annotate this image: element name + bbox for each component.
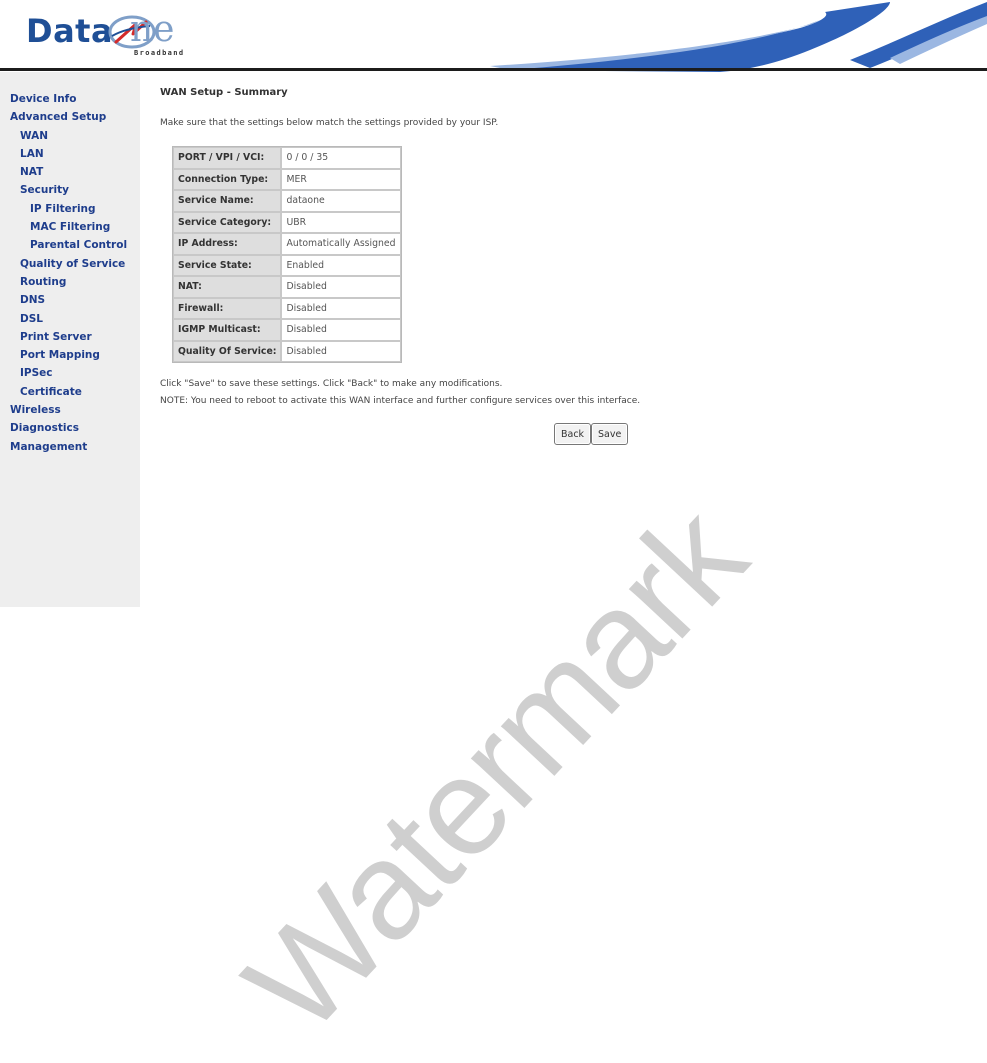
summary-value: Disabled — [281, 319, 401, 341]
logo-text-data: Data — [26, 12, 114, 50]
back-button[interactable]: Back — [554, 423, 592, 445]
table-row: IP Address: Automatically Assigned — [173, 233, 401, 255]
watermark-text: Watermark — [216, 479, 774, 1062]
table-row: Service Name: dataone — [173, 190, 401, 212]
sidebar-item-wireless[interactable]: Wireless — [10, 401, 127, 419]
sidebar-item-print-server[interactable]: Print Server — [10, 328, 127, 346]
intro-text: Make sure that the settings below match … — [160, 118, 499, 128]
summary-label: Firewall: — [173, 297, 282, 319]
summary-label: Service Category: — [173, 211, 282, 233]
table-row: Connection Type: MER — [173, 168, 401, 190]
table-row: Service State: Enabled — [173, 254, 401, 276]
sidebar-item-ip-filtering[interactable]: IP Filtering — [10, 200, 127, 218]
summary-label: IGMP Multicast: — [173, 319, 282, 341]
summary-value: 0 / 0 / 35 — [281, 147, 401, 169]
table-row: IGMP Multicast: Disabled — [173, 319, 401, 341]
summary-label: Connection Type: — [173, 168, 282, 190]
summary-value: Enabled — [281, 254, 401, 276]
logo-subtitle: Broadband — [134, 49, 185, 57]
summary-value: Disabled — [281, 340, 401, 362]
sidebar-item-dns[interactable]: DNS — [10, 291, 127, 309]
sidebar-item-advanced-setup[interactable]: Advanced Setup — [10, 108, 127, 126]
sidebar-item-certificate[interactable]: Certificate — [10, 383, 127, 401]
sidebar-item-nat[interactable]: NAT — [10, 163, 127, 181]
sidebar-item-routing[interactable]: Routing — [10, 273, 127, 291]
page-title: WAN Setup - Summary — [160, 87, 288, 98]
summary-label: Quality Of Service: — [173, 340, 282, 362]
save-instructions: Click "Save" to save these settings. Cli… — [160, 379, 503, 389]
save-button[interactable]: Save — [591, 423, 629, 445]
logo-text-ne: ne — [130, 9, 175, 50]
sidebar-item-management[interactable]: Management — [10, 438, 127, 456]
summary-label: IP Address: — [173, 233, 282, 255]
header-divider — [0, 68, 987, 71]
summary-value: Disabled — [281, 297, 401, 319]
sidebar-item-wan[interactable]: WAN — [10, 127, 127, 145]
table-row: Service Category: UBR — [173, 211, 401, 233]
table-row: Firewall: Disabled — [173, 297, 401, 319]
summary-value: UBR — [281, 211, 401, 233]
sidebar-item-diagnostics[interactable]: Diagnostics — [10, 419, 127, 437]
summary-label: Service Name: — [173, 190, 282, 212]
summary-value: dataone — [281, 190, 401, 212]
reboot-note: NOTE: You need to reboot to activate thi… — [160, 396, 641, 406]
sidebar-item-parental-control[interactable]: Parental Control — [10, 236, 127, 254]
summary-value: Disabled — [281, 276, 401, 298]
sidebar-item-dsl[interactable]: DSL — [10, 310, 127, 328]
table-row: PORT / VPI / VCI: 0 / 0 / 35 — [173, 147, 401, 169]
header-swoosh-graphic — [480, 2, 987, 72]
sidebar-item-ipsec[interactable]: IPSec — [10, 364, 127, 382]
sidebar-item-quality-of-service[interactable]: Quality of Service — [10, 255, 127, 273]
sidebar-item-device-info[interactable]: Device Info — [10, 90, 127, 108]
summary-label: NAT: — [173, 276, 282, 298]
summary-label: PORT / VPI / VCI: — [173, 147, 282, 169]
summary-label: Service State: — [173, 254, 282, 276]
sidebar-nav: Device Info Advanced Setup WAN LAN NAT S… — [10, 90, 127, 456]
header-banner: Data ne Broadband — [0, 0, 987, 72]
sidebar-item-lan[interactable]: LAN — [10, 145, 127, 163]
summary-value: Automatically Assigned — [281, 233, 401, 255]
table-row: Quality Of Service: Disabled — [173, 340, 401, 362]
wan-summary-table: PORT / VPI / VCI: 0 / 0 / 35 Connection … — [172, 146, 402, 363]
summary-value: MER — [281, 168, 401, 190]
sidebar: Device Info Advanced Setup WAN LAN NAT S… — [0, 72, 140, 607]
sidebar-item-port-mapping[interactable]: Port Mapping — [10, 346, 127, 364]
sidebar-item-security[interactable]: Security — [10, 181, 127, 199]
sidebar-item-mac-filtering[interactable]: MAC Filtering — [10, 218, 127, 236]
table-row: NAT: Disabled — [173, 276, 401, 298]
